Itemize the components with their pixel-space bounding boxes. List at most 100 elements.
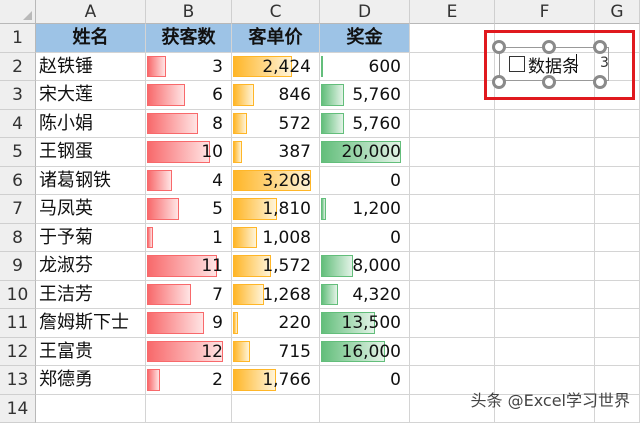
cell-e4[interactable] <box>410 110 495 139</box>
cell-g4[interactable] <box>595 110 640 139</box>
bonus-cell[interactable]: 8,000 <box>320 252 410 281</box>
checkbox-label[interactable]: 数据条 <box>528 52 579 77</box>
name-cell[interactable]: 郑德勇 <box>36 366 146 395</box>
cell-e5[interactable] <box>410 138 495 167</box>
name-cell[interactable]: 龙淑芬 <box>36 252 146 281</box>
cell-f4[interactable] <box>495 110 595 139</box>
header-cell-price[interactable]: 客单价 <box>232 24 320 53</box>
price-cell[interactable]: 3,208 <box>232 167 320 196</box>
bonus-cell[interactable]: 0 <box>320 224 410 253</box>
cell-f11[interactable] <box>495 309 595 338</box>
row-header-7[interactable]: 7 <box>0 195 36 224</box>
price-cell[interactable]: 1,572 <box>232 252 320 281</box>
row-header-10[interactable]: 10 <box>0 281 36 310</box>
cell-g9[interactable] <box>595 252 640 281</box>
cell-e9[interactable] <box>410 252 495 281</box>
header-cell-name[interactable]: 姓名 <box>36 24 146 53</box>
header-cell-count[interactable]: 获客数 <box>146 24 232 53</box>
count-cell[interactable]: 6 <box>146 81 232 110</box>
row-header-5[interactable]: 5 <box>0 138 36 167</box>
cell-g10[interactable] <box>595 281 640 310</box>
cell-a14[interactable] <box>36 395 146 423</box>
price-cell[interactable]: 1,810 <box>232 195 320 224</box>
count-cell[interactable]: 2 <box>146 366 232 395</box>
price-cell[interactable]: 1,268 <box>232 281 320 310</box>
cell-f9[interactable] <box>495 252 595 281</box>
bonus-cell[interactable]: 0 <box>320 167 410 196</box>
cell-f6[interactable] <box>495 167 595 196</box>
count-cell[interactable]: 11 <box>146 252 232 281</box>
cell-g12[interactable] <box>595 338 640 367</box>
cell-g6[interactable] <box>595 167 640 196</box>
name-cell[interactable]: 王钢蛋 <box>36 138 146 167</box>
column-header-f[interactable]: F <box>495 0 595 24</box>
cell-e10[interactable] <box>410 281 495 310</box>
bonus-cell[interactable]: 13,500 <box>320 309 410 338</box>
cell-g11[interactable] <box>595 309 640 338</box>
column-header-e[interactable]: E <box>410 0 495 24</box>
count-cell[interactable]: 10 <box>146 138 232 167</box>
row-header-1[interactable]: 1 <box>0 24 36 53</box>
cell-f8[interactable] <box>495 224 595 253</box>
cell-e11[interactable] <box>410 309 495 338</box>
price-cell[interactable]: 715 <box>232 338 320 367</box>
cell-e1[interactable] <box>410 24 495 53</box>
header-cell-bonus[interactable]: 奖金 <box>320 24 410 53</box>
row-header-3[interactable]: 3 <box>0 81 36 110</box>
cell-f5[interactable] <box>495 138 595 167</box>
count-cell[interactable]: 7 <box>146 281 232 310</box>
count-cell[interactable]: 8 <box>146 110 232 139</box>
column-header-c[interactable]: C <box>232 0 320 24</box>
resize-handle-bottom-right-icon[interactable] <box>593 75 607 89</box>
name-cell[interactable]: 马凤英 <box>36 195 146 224</box>
cell-e3[interactable] <box>410 81 495 110</box>
price-cell[interactable]: 2,424 <box>232 53 320 82</box>
row-header-12[interactable]: 12 <box>0 338 36 367</box>
row-header-11[interactable]: 11 <box>0 309 36 338</box>
bonus-cell[interactable]: 1,200 <box>320 195 410 224</box>
column-header-g[interactable]: G <box>595 0 640 24</box>
count-cell[interactable]: 9 <box>146 309 232 338</box>
row-header-2[interactable]: 2 <box>0 53 36 82</box>
name-cell[interactable]: 宋大莲 <box>36 81 146 110</box>
cell-b14[interactable] <box>146 395 232 423</box>
price-cell[interactable]: 1,008 <box>232 224 320 253</box>
cell-g7[interactable] <box>595 195 640 224</box>
name-cell[interactable]: 于予菊 <box>36 224 146 253</box>
resize-handle-bottom-left-icon[interactable] <box>492 75 506 89</box>
resize-handle-bottom-icon[interactable] <box>542 75 556 89</box>
name-cell[interactable]: 赵铁锤 <box>36 53 146 82</box>
select-all-corner[interactable] <box>0 0 36 24</box>
cell-g5[interactable] <box>595 138 640 167</box>
price-cell[interactable]: 220 <box>232 309 320 338</box>
column-header-b[interactable]: B <box>146 0 232 24</box>
price-cell[interactable]: 1,766 <box>232 366 320 395</box>
name-cell[interactable]: 詹姆斯下士 <box>36 309 146 338</box>
column-header-d[interactable]: D <box>320 0 410 24</box>
bonus-cell[interactable]: 4,320 <box>320 281 410 310</box>
name-cell[interactable]: 王洁芳 <box>36 281 146 310</box>
count-cell[interactable]: 12 <box>146 338 232 367</box>
cell-e12[interactable] <box>410 338 495 367</box>
row-header-6[interactable]: 6 <box>0 167 36 196</box>
cell-e7[interactable] <box>410 195 495 224</box>
name-cell[interactable]: 王富贵 <box>36 338 146 367</box>
price-cell[interactable]: 572 <box>232 110 320 139</box>
bonus-cell[interactable]: 5,760 <box>320 81 410 110</box>
row-header-14[interactable]: 14 <box>0 395 36 423</box>
count-cell[interactable]: 1 <box>146 224 232 253</box>
cell-f12[interactable] <box>495 338 595 367</box>
row-header-8[interactable]: 8 <box>0 224 36 253</box>
row-header-4[interactable]: 4 <box>0 110 36 139</box>
cell-f7[interactable] <box>495 195 595 224</box>
cell-d14[interactable] <box>320 395 410 423</box>
bonus-cell[interactable]: 20,000 <box>320 138 410 167</box>
count-cell[interactable]: 3 <box>146 53 232 82</box>
checkbox-icon[interactable] <box>509 56 525 72</box>
cell-e6[interactable] <box>410 167 495 196</box>
cell-g8[interactable] <box>595 224 640 253</box>
price-cell[interactable]: 387 <box>232 138 320 167</box>
row-header-9[interactable]: 9 <box>0 252 36 281</box>
bonus-cell[interactable]: 5,760 <box>320 110 410 139</box>
price-cell[interactable]: 846 <box>232 81 320 110</box>
